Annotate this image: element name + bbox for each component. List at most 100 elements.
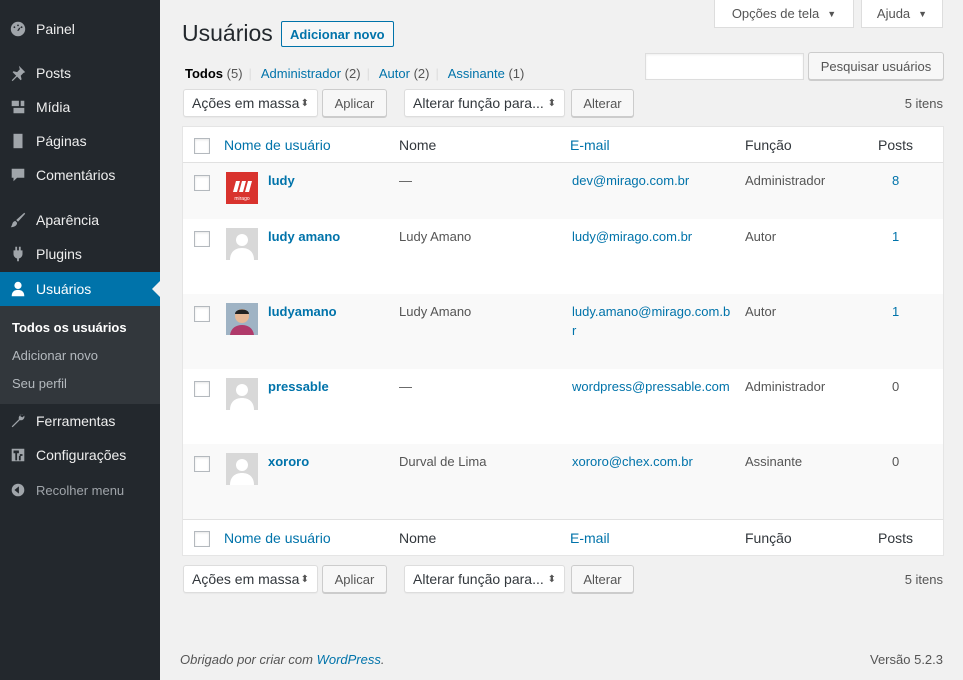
updown-caret-icon: ⬍ [547,97,556,109]
user-search-input[interactable] [645,53,804,80]
row-checkbox[interactable] [194,231,210,247]
user-posts-link[interactable]: 1 [892,302,899,321]
help-button[interactable]: Ajuda ▼ [861,0,943,28]
user-email-link[interactable]: ludy.amano@mirago.com.br [572,302,732,340]
user-name: — [399,379,412,394]
user-email-link[interactable]: xororo@chex.com.br [572,452,732,471]
table-row: mirago ludy — dev@mirago.com.br Administ… [183,163,943,219]
table-row: xororo Durval de Lima xororo@chex.com.br… [183,444,943,519]
table-row: ludy amano Ludy Amano ludy@mirago.com.br… [183,219,943,294]
collapse-arrow-icon [0,481,36,499]
menu-item-aparencia[interactable]: Aparência [0,203,160,237]
help-label: Ajuda [876,6,911,21]
row-checkbox[interactable] [194,306,210,322]
table-row: ludyamano Ludy Amano ludy.amano@mirago.c… [183,294,943,369]
menu-label: Painel [36,21,75,37]
bulk-actions-select[interactable]: Ações em massa ⬍ [183,89,318,117]
user-email-link[interactable]: ludy@mirago.com.br [572,227,732,246]
view-author[interactable]: Autor [379,66,410,81]
submenu-all-users[interactable]: Todos os usuários [12,320,127,335]
change-role-button-bottom[interactable]: Alterar [571,565,634,593]
view-count: (1) [508,66,525,81]
menu-item-midia[interactable]: Mídia [0,90,160,124]
menu-item-ferramentas[interactable]: Ferramentas [0,404,160,438]
menu-item-usuarios[interactable]: Usuários [0,272,160,306]
col-role: Função [745,530,792,546]
user-email-link[interactable]: dev@mirago.com.br [572,171,732,190]
users-table: Nome de usuário Nome E-mail Função Posts… [182,126,944,556]
user-role: Autor [745,304,777,319]
users-submenu: Todos os usuários Adicionar novo Seu per… [0,306,160,404]
caret-down-icon: ▼ [918,8,928,19]
col-username[interactable]: Nome de usuário [224,137,331,153]
view-administrator[interactable]: Administrador [261,66,341,81]
user-posts-count: 0 [892,379,900,394]
wordpress-link[interactable]: WordPress [317,652,381,667]
mirago-logo-avatar: mirago [226,172,258,204]
menu-label: Ferramentas [36,413,116,429]
search-users-button[interactable]: Pesquisar usuários [808,52,944,80]
updown-caret-icon: ⬍ [300,573,309,585]
screen-options-button[interactable]: Opções de tela ▼ [714,0,854,28]
plug-icon [0,245,36,263]
footer-thanks: Obrigado por criar com WordPress. [180,652,385,667]
col-username[interactable]: Nome de usuário [224,530,331,546]
table-row: pressable — wordpress@pressable.com Admi… [183,369,943,444]
footer-dot: . [380,652,385,667]
change-role-value: Alterar função para... [413,571,544,587]
col-email[interactable]: E-mail [570,137,610,153]
user-posts-link[interactable]: 8 [892,171,899,190]
apply-button-bottom[interactable]: Aplicar [322,565,387,593]
menu-item-configuracoes[interactable]: Configurações [0,438,160,472]
menu-item-painel[interactable]: Painel [0,12,160,46]
submenu-add-new[interactable]: Adicionar novo [12,348,98,363]
user-role: Assinante [745,454,803,469]
items-count: 5 itens [904,96,943,111]
brush-icon [0,211,36,229]
media-icon [0,98,36,116]
dashboard-icon [0,20,36,38]
change-role-button[interactable]: Alterar [571,89,634,117]
view-all[interactable]: Todos [185,66,223,81]
select-all-checkbox[interactable] [194,138,210,154]
menu-item-paginas[interactable]: Páginas [0,124,160,158]
bulk-actions-select-bottom[interactable]: Ações em massa ⬍ [183,565,318,593]
submenu-your-profile[interactable]: Seu perfil [12,376,67,391]
updown-caret-icon: ⬍ [300,97,309,109]
username-link[interactable]: ludyamano [268,302,337,321]
user-email-link[interactable]: wordpress@pressable.com [572,377,732,396]
add-new-user-button[interactable]: Adicionar novo [281,21,394,47]
menu-item-comentarios[interactable]: Comentários [0,158,160,192]
collapse-menu-button[interactable]: Recolher menu [0,473,160,507]
view-subscriber[interactable]: Assinante [448,66,505,81]
col-posts: Posts [878,137,914,153]
row-checkbox[interactable] [194,381,210,397]
row-checkbox[interactable] [194,456,210,472]
default-avatar-icon [226,453,258,485]
select-all-checkbox[interactable] [194,531,210,547]
apply-button[interactable]: Aplicar [322,89,387,117]
user-name: Durval de Lima [399,454,487,469]
view-count: (2) [413,66,430,81]
user-name: — [399,173,412,188]
row-checkbox[interactable] [194,175,210,191]
user-name: Ludy Amano [399,229,472,244]
wrench-icon [0,412,36,430]
change-role-select[interactable]: Alterar função para... ⬍ [404,89,565,117]
user-photo-avatar [226,303,258,335]
page-icon [0,132,36,150]
menu-item-posts[interactable]: Posts [0,56,160,90]
menu-item-plugins[interactable]: Plugins [0,237,160,271]
change-role-value: Alterar função para... [413,95,544,111]
col-email[interactable]: E-mail [570,530,610,546]
menu-label: Posts [36,65,72,81]
change-role-select-bottom[interactable]: Alterar função para... ⬍ [404,565,565,593]
username-link[interactable]: xororo [268,452,309,471]
username-link[interactable]: pressable [268,377,329,396]
user-role: Administrador [745,379,826,394]
username-link[interactable]: ludy amano [268,227,340,246]
username-link[interactable]: ludy [268,171,295,190]
default-avatar-icon [226,228,258,260]
user-posts-link[interactable]: 1 [892,227,899,246]
view-count: (5) [226,66,243,81]
